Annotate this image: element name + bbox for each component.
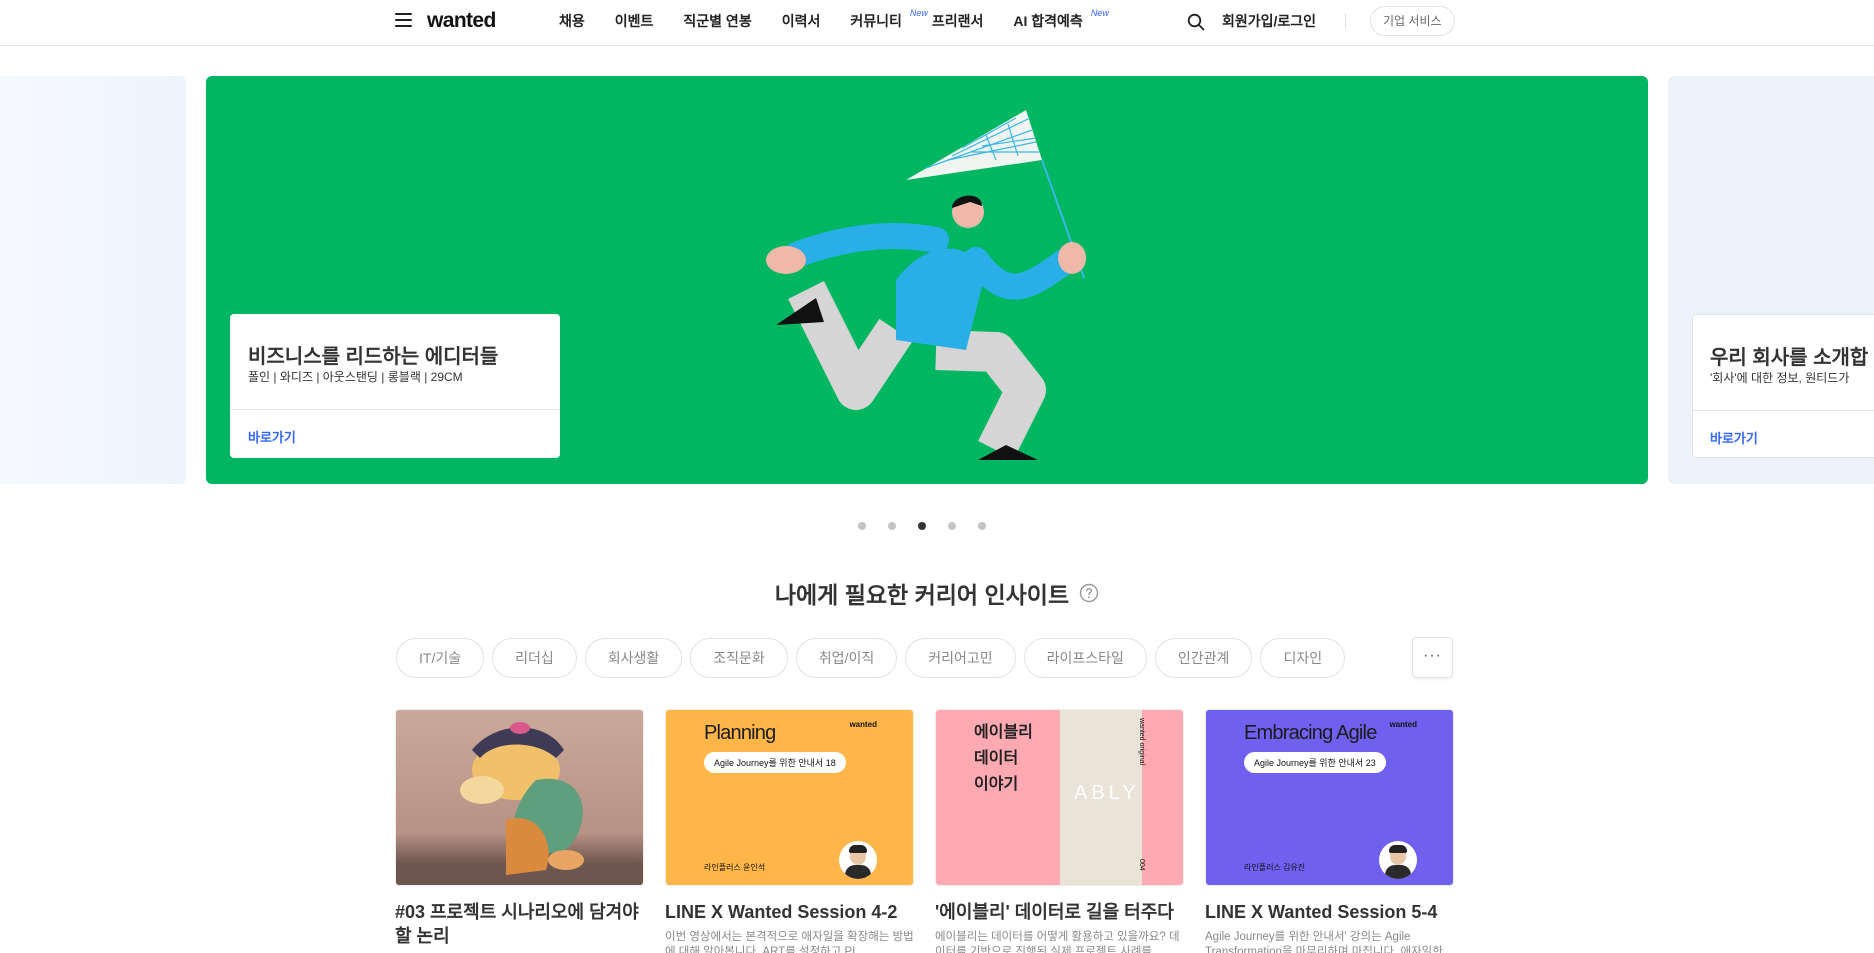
running-person-illustration xyxy=(766,110,1086,460)
nav-label: 커뮤니티 xyxy=(850,13,902,29)
thumb-title: Planning xyxy=(704,722,776,744)
speaker-avatar xyxy=(1379,841,1417,879)
nav-item-ai-prediction[interactable]: AI 합격예측 New xyxy=(1013,8,1108,31)
chip-career-worry[interactable]: 커리어고민 xyxy=(905,638,1016,678)
insight-card[interactable]: 에이블리 데이터 이야기 ABLY wanted original 004 '에… xyxy=(935,709,1184,953)
thumb-title: Embracing Agile xyxy=(1244,722,1377,744)
banner-divider xyxy=(230,409,560,410)
banner-title: 비즈니스를 리드하는 에디터들 xyxy=(248,346,499,368)
insight-cards: #03 프로젝트 시나리오에 담겨야 할 논리 Planning wanted … xyxy=(395,709,1475,953)
wanted-logo[interactable]: wanted xyxy=(427,9,496,33)
thumb-vertical-text: wanted original xyxy=(1138,718,1145,766)
nav-item-resume[interactable]: 이력서 xyxy=(782,11,821,31)
card-title: '에이블리' 데이터로 길을 터주다 xyxy=(935,902,1174,922)
nav-label: 직군별 연봉 xyxy=(683,13,752,29)
carousel-dot-1[interactable] xyxy=(858,522,866,530)
nav-label: 이력서 xyxy=(781,13,821,29)
next-banner-title: 우리 회사를 소개합 xyxy=(1710,347,1869,369)
card-desc: 에이블리는 데이터를 어떻게 활용하고 있을까요? 데이터를 기반으로 진행된 … xyxy=(935,931,1180,953)
chip-lifestyle[interactable]: 라이프스타일 xyxy=(1023,638,1147,678)
card-desc: 이번 영상에서는 본격적으로 애자일을 확장해는 방법에 대해 알아봅니다. A… xyxy=(665,931,914,953)
banner-go-link[interactable]: 바로가기 xyxy=(248,427,296,446)
thumb-title: 에이블리 데이터 이야기 xyxy=(974,724,1033,793)
menu-icon[interactable] xyxy=(395,13,412,27)
thumb-speaker: 라인플러스 김유진 xyxy=(1244,863,1306,872)
chip-leadership[interactable]: 리더십 xyxy=(492,638,577,678)
banner-subtitle: 폴인 | 와디즈 | 아웃스탠딩 | 롱블랙 | 29CM xyxy=(248,370,463,384)
thumb-brand: wanted xyxy=(849,720,877,729)
signup-login-link[interactable]: 회원가입/로그인 xyxy=(1222,11,1316,31)
nav-item-community[interactable]: 커뮤니티 New xyxy=(850,8,928,31)
nav-label: 채용 xyxy=(559,13,585,29)
header-divider xyxy=(1345,14,1346,28)
card-thumbnail: 에이블리 데이터 이야기 ABLY wanted original 004 xyxy=(935,709,1184,886)
carousel-main-slide[interactable]: 비즈니스를 리드하는 에디터들 폴인 | 와디즈 | 아웃스탠딩 | 롱블랙 |… xyxy=(206,76,1648,484)
card-thumbnail xyxy=(395,709,644,886)
nav-label: AI 합격예측 xyxy=(1013,13,1083,29)
carousel-prev-slide[interactable] xyxy=(0,76,186,484)
chip-it-tech[interactable]: IT/기술 xyxy=(396,638,485,678)
card-thumbnail: Planning wanted Agile Journey를 위한 안내서 18… xyxy=(665,709,914,886)
nav-item-salary[interactable]: 직군별 연봉 xyxy=(683,11,751,31)
category-chips: IT/기술 리더십 회사생활 조직문화 취업/이직 커리어고민 라이프스타일 인… xyxy=(396,638,1353,678)
insight-card[interactable]: Planning wanted Agile Journey를 위한 안내서 18… xyxy=(665,709,914,953)
insights-title: 나에게 필요한 커리어 인사이트 xyxy=(774,582,1070,608)
thumb-pill: Agile Journey를 위한 안내서 18 xyxy=(704,752,846,773)
help-icon[interactable] xyxy=(1079,583,1099,603)
chip-job-change[interactable]: 취업/이직 xyxy=(795,638,898,678)
card-title: #03 프로젝트 시나리오에 담겨야 할 논리 xyxy=(395,902,639,946)
insights-section-header: 나에게 필요한 커리어 인사이트 xyxy=(0,576,1874,610)
next-banner-divider xyxy=(1693,410,1874,411)
chip-org-culture[interactable]: 조직문화 xyxy=(690,638,788,678)
thumb-pill: Agile Journey를 위한 안내서 23 xyxy=(1244,752,1386,773)
nav-item-jobs[interactable]: 채용 xyxy=(559,11,585,31)
carousel-dot-2[interactable] xyxy=(888,522,896,530)
nav-item-freelancer[interactable]: 프리랜서 xyxy=(932,11,984,31)
next-banner-subtitle: '회사'에 대한 정보, 원티드가 xyxy=(1710,371,1850,385)
nav-label: 프리랜서 xyxy=(931,13,984,29)
nav-item-events[interactable]: 이벤트 xyxy=(615,11,654,31)
card-desc: Agile Journey를 위한 안내서' 강의는 Agile Transfo… xyxy=(1205,931,1443,953)
carousel-dot-3[interactable] xyxy=(918,522,926,530)
card-title: LINE X Wanted Session 4-2 xyxy=(665,902,898,922)
chip-design[interactable]: 디자인 xyxy=(1260,638,1346,678)
carousel-dot-4[interactable] xyxy=(948,522,956,530)
next-banner-go-link[interactable]: 바로가기 xyxy=(1710,428,1758,447)
chip-relationships[interactable]: 인간관계 xyxy=(1154,638,1253,678)
cartoon-character-illustration xyxy=(460,722,584,875)
banner-card: 비즈니스를 리드하는 에디터들 폴인 | 와디즈 | 아웃스탠딩 | 롱블랙 |… xyxy=(230,314,560,458)
nav-label: 이벤트 xyxy=(614,13,654,29)
top-header: wanted 채용 이벤트 직군별 연봉 이력서 커뮤니티 New 프리랜서 AI… xyxy=(0,0,1874,46)
next-banner-card: 우리 회사를 소개합 '회사'에 대한 정보, 원티드가 바로가기 xyxy=(1692,314,1874,458)
card-title: LINE X Wanted Session 5-4 xyxy=(1205,902,1438,922)
more-categories-button[interactable]: ··· xyxy=(1412,637,1453,678)
business-service-button[interactable]: 기업 서비스 xyxy=(1370,6,1455,36)
thumb-speaker: 라인플러스 윤인석 xyxy=(704,863,766,872)
insight-card[interactable]: #03 프로젝트 시나리오에 담겨야 할 논리 xyxy=(395,709,644,953)
chip-company-life[interactable]: 회사생활 xyxy=(584,638,683,678)
insight-card[interactable]: Embracing Agile wanted Agile Journey를 위한… xyxy=(1205,709,1454,953)
thumb-photo-panel: ABLY xyxy=(1060,710,1142,885)
thumb-brand: wanted xyxy=(1389,720,1417,729)
card-thumbnail: Embracing Agile wanted Agile Journey를 위한… xyxy=(1205,709,1454,886)
main-nav: 채용 이벤트 직군별 연봉 이력서 커뮤니티 New 프리랜서 AI 합격예측 Ne… xyxy=(559,8,1113,31)
search-icon[interactable] xyxy=(1186,12,1206,32)
new-badge: New xyxy=(1090,8,1109,18)
carousel-dot-5[interactable] xyxy=(978,522,986,530)
thumb-panel-text: ABLY xyxy=(1074,782,1140,804)
new-badge: New xyxy=(909,8,928,18)
thumb-number: 004 xyxy=(1138,859,1145,871)
carousel-dots xyxy=(858,522,1008,530)
speaker-avatar xyxy=(839,841,877,879)
